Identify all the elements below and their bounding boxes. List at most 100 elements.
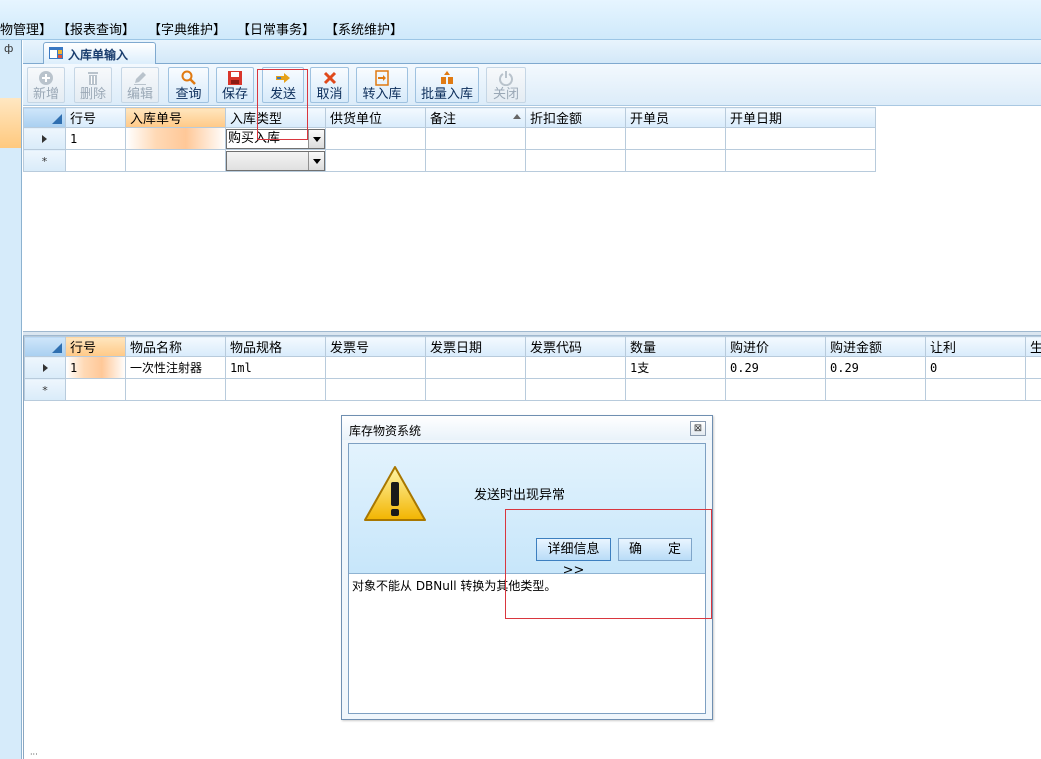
new-cell[interactable]	[625, 149, 726, 172]
new-row-selector[interactable]: *	[24, 378, 66, 401]
close-icon[interactable]: ⊠	[690, 421, 706, 436]
menu-item-daily[interactable]: 【日常事务】	[237, 19, 315, 38]
select-all-corner[interactable]	[23, 107, 66, 128]
cell-order-no[interactable]	[125, 127, 226, 150]
row-selector[interactable]	[24, 356, 66, 379]
new-cell[interactable]	[325, 378, 426, 401]
cell-rebate[interactable]: 0	[925, 356, 1026, 379]
cell-item-spec[interactable]: 1ml	[225, 356, 326, 379]
new-row[interactable]: *	[24, 378, 1041, 401]
cell-inbound-type[interactable]: 购买入库	[225, 127, 326, 150]
tab-inbound-entry[interactable]: 入库单输入	[43, 42, 156, 64]
col-note[interactable]: 备注	[425, 107, 526, 128]
new-cell[interactable]	[525, 149, 626, 172]
new-cell[interactable]	[65, 149, 126, 172]
row-selector[interactable]	[23, 127, 66, 150]
col-price[interactable]: 购进价	[725, 336, 826, 357]
table-row[interactable]: 1 购买入库	[23, 127, 876, 150]
col-row-no[interactable]: 行号	[65, 107, 126, 128]
col-extra[interactable]: 生	[1025, 336, 1041, 357]
new-cell[interactable]	[125, 378, 226, 401]
save-button[interactable]: 保存	[216, 67, 254, 103]
new-cell[interactable]	[825, 378, 926, 401]
cell-item-name[interactable]: 一次性注射器	[125, 356, 226, 379]
inbound-detail-table: 行号 物品名称 物品规格 发票号 发票日期 发票代码 数量 购进价 购进金额 让…	[24, 336, 1041, 401]
inbound-type-combobox[interactable]: 购买入库	[226, 128, 325, 149]
transfer-inbound-button[interactable]: 转入库	[356, 67, 408, 103]
cell-extra[interactable]	[1025, 356, 1041, 379]
transfer-icon	[375, 70, 389, 86]
col-amount[interactable]: 购进金额	[825, 336, 926, 357]
cell-price[interactable]: 0.29	[725, 356, 826, 379]
cell-row-no[interactable]: 1	[65, 356, 126, 379]
new-cell[interactable]	[125, 149, 226, 172]
ok-button[interactable]: 确 定	[618, 538, 692, 561]
col-row-no[interactable]: 行号	[65, 336, 126, 357]
cell-invoice-date[interactable]	[425, 356, 526, 379]
cell-invoice-code[interactable]	[525, 356, 626, 379]
form-icon	[49, 47, 63, 59]
menu-item-system[interactable]: 【系统维护】	[325, 19, 403, 38]
new-cell[interactable]	[725, 378, 826, 401]
new-cell[interactable]	[425, 378, 526, 401]
sort-ascending-icon	[513, 114, 521, 119]
col-quantity[interactable]: 数量	[625, 336, 726, 357]
new-cell[interactable]	[325, 149, 426, 172]
col-rebate[interactable]: 让利	[925, 336, 1026, 357]
col-invoice-code[interactable]: 发票代码	[525, 336, 626, 357]
col-discount[interactable]: 折扣金额	[525, 107, 626, 128]
new-cell[interactable]	[1025, 378, 1041, 401]
col-clerk[interactable]: 开单员	[625, 107, 726, 128]
cancel-button[interactable]: 取消	[310, 67, 349, 103]
cell-discount[interactable]	[525, 127, 626, 150]
left-dock-panel: ф	[0, 40, 22, 759]
col-order-no[interactable]: 入库单号	[125, 107, 226, 128]
query-button[interactable]: 查询	[168, 67, 209, 103]
cell-amount[interactable]: 0.29	[825, 356, 926, 379]
new-row-star-icon: *	[42, 383, 48, 397]
col-invoice-date[interactable]: 发票日期	[425, 336, 526, 357]
cell-date[interactable]	[725, 127, 876, 150]
table-row[interactable]: 1 一次性注射器 1ml 1支 0.29 0.29 0	[24, 356, 1041, 379]
edit-button[interactable]: 编辑	[121, 67, 159, 103]
new-cell[interactable]	[925, 378, 1026, 401]
col-invoice-no[interactable]: 发票号	[325, 336, 426, 357]
new-cell[interactable]	[725, 149, 876, 172]
menu-item-inventory[interactable]: 物管理】	[0, 19, 52, 38]
col-supplier[interactable]: 供货单位	[325, 107, 426, 128]
left-panel-selected-item[interactable]	[0, 98, 21, 148]
cell-clerk[interactable]	[625, 127, 726, 150]
col-item-spec[interactable]: 物品规格	[225, 336, 326, 357]
send-button[interactable]: 发送	[262, 67, 304, 103]
details-button[interactable]: 详细信息>>	[536, 538, 611, 578]
dialog-titlebar[interactable]: 库存物资系统 ⊠	[342, 416, 712, 440]
batch-inbound-button[interactable]: 批量入库	[415, 67, 479, 103]
cell-row-no[interactable]: 1	[65, 127, 126, 150]
add-button[interactable]: 新增	[27, 67, 65, 103]
new-row[interactable]: *	[23, 149, 876, 172]
chevron-down-icon[interactable]	[308, 129, 324, 148]
chevron-down-icon[interactable]	[308, 151, 324, 170]
cell-supplier[interactable]	[325, 127, 426, 150]
col-inbound-type[interactable]: 入库类型	[225, 107, 326, 128]
menu-item-dictionary[interactable]: 【字典维护】	[148, 19, 226, 38]
select-all-corner[interactable]	[24, 336, 66, 357]
dialog-title: 库存物资系统	[349, 424, 422, 438]
new-cell[interactable]	[525, 378, 626, 401]
new-row-selector[interactable]: *	[23, 149, 66, 172]
col-date[interactable]: 开单日期	[725, 107, 876, 128]
new-cell[interactable]	[65, 378, 126, 401]
menu-item-reports[interactable]: 【报表查询】	[57, 19, 135, 38]
cell-invoice-no[interactable]	[325, 356, 426, 379]
new-cell[interactable]	[625, 378, 726, 401]
new-cell[interactable]	[425, 149, 526, 172]
new-inbound-type-combobox[interactable]	[226, 150, 325, 171]
delete-button[interactable]: 删除	[74, 67, 112, 103]
close-button[interactable]: 关闭	[486, 67, 526, 103]
col-item-name[interactable]: 物品名称	[125, 336, 226, 357]
cell-quantity[interactable]: 1支	[625, 356, 726, 379]
pin-icon[interactable]: ф	[4, 42, 13, 55]
cell-note[interactable]	[425, 127, 526, 150]
new-cell-inbound-type[interactable]	[225, 149, 326, 172]
new-cell[interactable]	[225, 378, 326, 401]
